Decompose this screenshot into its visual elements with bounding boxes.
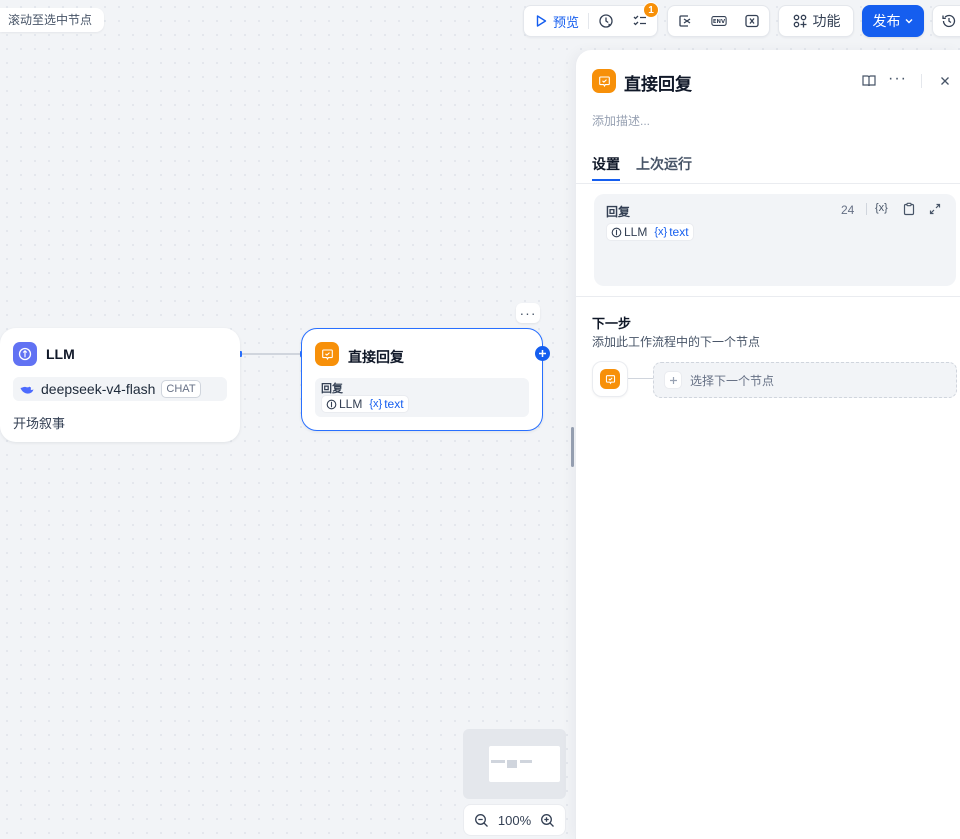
features-button[interactable]: 功能 [778,5,854,37]
deepseek-logo-icon [20,385,34,394]
active-tab-indicator [592,179,620,181]
variable-brace-icon: {x} [654,226,668,238]
chevron-down-icon [905,19,912,24]
book-icon[interactable] [861,73,877,89]
conversation-variables-button[interactable] [735,6,769,36]
llm-node[interactable]: LLM deepseek-v4-flash CHAT 开场叙事 [0,328,240,442]
minimap[interactable] [463,729,566,799]
run-toolbar: 预览 1 [523,2,659,37]
insert-variable-icon[interactable]: {x} [875,202,888,214]
expand-icon[interactable] [928,202,942,216]
panel-resize-handle[interactable] [571,427,574,467]
section-divider [576,296,960,297]
preview-label: 预览 [552,14,579,30]
header-divider [921,74,922,88]
next-step-title: 下一步 [592,316,632,331]
publish-label: 发布 [872,13,901,29]
more-icon[interactable]: ··· [888,70,907,88]
node-more-button[interactable]: ··· [516,303,540,323]
edge-llm-to-answer[interactable] [238,347,308,361]
add-next-node-handle[interactable] [535,346,550,361]
svg-text:ENV: ENV [712,19,725,25]
answer-icon [598,75,610,87]
next-step-subtitle: 添加此工作流程中的下一个节点 [592,335,761,349]
env-icon: ENV [710,16,727,26]
variable-icon [745,14,759,28]
answer-var-name: text [384,397,404,411]
description-input[interactable]: 添加描述... [592,112,650,129]
clipboard-icon[interactable] [902,202,916,216]
select-next-node-label: 选择下一个节点 [690,373,775,388]
reply-var-name: text [669,225,689,239]
zoom-in-icon[interactable] [540,813,555,828]
checklist-button[interactable]: 1 [623,2,659,36]
checklist-badge: 1 [643,2,659,18]
minimap-panel [520,760,532,763]
preview-button[interactable]: 预览 [524,6,588,36]
tools-toolbar: ENV [667,5,770,37]
answer-icon [321,348,333,360]
minimap-answer-node [507,760,517,768]
answer-preview: 回复 LLM {x} text [315,378,529,417]
reply-var-source: LLM [624,225,648,239]
publish-button[interactable]: 发布 [862,5,924,37]
llm-small-icon [611,227,622,237]
llm-node-description: 开场叙事 [13,416,66,431]
reply-variable-chip[interactable]: LLM {x} text [606,223,694,241]
tabs-divider [576,183,960,184]
reply-toolbar-divider [866,203,867,215]
node-config-panel: 直接回复 ··· 添加描述... 设置 上次运行 回复 24 {x} LLM {… [575,50,960,839]
env-variables-button[interactable]: ENV [702,6,736,36]
variable-brace-icon: {x} [369,398,383,410]
current-node-chip [592,361,628,397]
llm-node-icon [13,342,37,366]
reply-editor[interactable]: 回复 24 {x} LLM {x} text [594,194,956,286]
run-history-button[interactable] [589,6,623,36]
minimap-viewport [489,746,560,782]
reply-label: 回复 [606,205,631,219]
close-icon[interactable] [938,74,952,88]
import-icon [679,15,691,27]
answer-node[interactable]: 直接回复 回复 LLM {x} text [301,328,543,431]
answer-var-source: LLM [339,397,363,411]
answer-node-icon [315,342,339,366]
more-dots-icon: ··· [519,305,537,321]
select-next-node-button[interactable]: 选择下一个节点 [653,362,957,398]
model-name: deepseek-v4-flash [41,381,156,397]
scroll-to-selected-button[interactable]: 滚动至选中节点 [0,8,105,32]
current-node-icon [600,369,620,389]
version-history-button[interactable] [932,5,960,37]
plus-icon [664,371,682,389]
zoom-controls: 100% [463,804,566,836]
llm-icon [18,347,32,361]
panel-title[interactable]: 直接回复 [624,70,692,95]
apps-icon [793,14,806,28]
llm-node-title: LLM [46,346,75,362]
next-step-connector [628,378,653,379]
llm-small-icon [326,399,337,409]
panel-node-icon [592,69,616,93]
model-selector[interactable]: deepseek-v4-flash CHAT [13,377,227,401]
model-mode-badge: CHAT [161,380,201,398]
zoom-level[interactable]: 100% [498,813,531,828]
tab-settings[interactable]: 设置 [592,154,620,174]
history-icon [942,14,956,28]
import-dsl-button[interactable] [668,6,702,36]
plus-icon [539,350,546,357]
tab-last-run[interactable]: 上次运行 [636,154,692,174]
play-icon [536,15,547,27]
answer-node-title: 直接回复 [348,349,404,365]
clock-play-icon [599,14,613,28]
zoom-out-icon[interactable] [474,813,489,828]
features-label: 功能 [812,13,841,29]
reply-char-count: 24 [841,203,855,217]
answer-icon [605,374,615,384]
minimap-llm-node [491,760,505,763]
answer-variable-chip: LLM {x} text [321,395,409,413]
answer-preview-label: 回复 [321,383,343,395]
